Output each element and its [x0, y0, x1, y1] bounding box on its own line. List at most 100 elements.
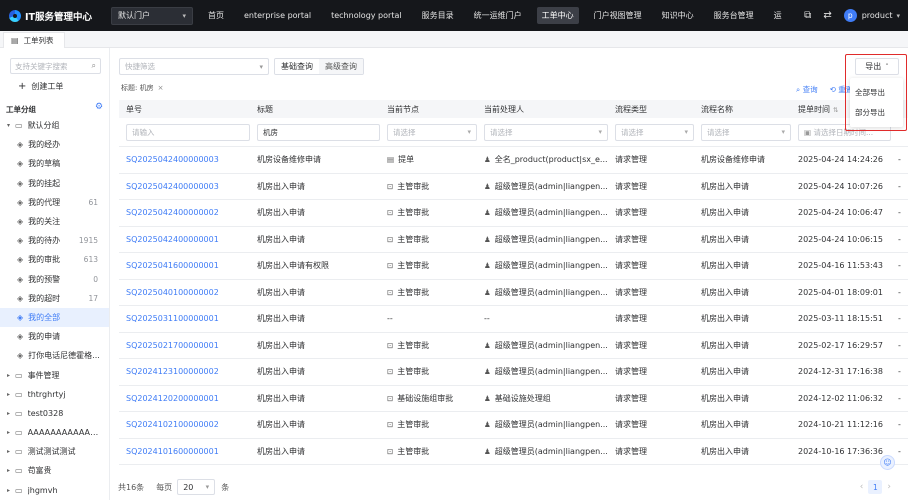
assistant-bot-icon[interactable]: ☺ [880, 455, 895, 470]
caret-right-icon[interactable]: ▸ [7, 467, 15, 474]
caret-down-icon[interactable]: ▾ [7, 122, 15, 129]
node-filter-select[interactable]: 请选择 ▾ [387, 123, 477, 141]
ticket-number-link[interactable]: SQ2025042400000001 [119, 235, 250, 244]
caret-right-icon[interactable]: ▸ [7, 410, 15, 417]
nav-item[interactable]: 首页 [203, 7, 229, 24]
tab-ticket-list[interactable]: ▤ 工单列表 [3, 32, 65, 48]
sidebar-item[interactable]: ◈ 我的审批 613 [0, 250, 109, 269]
table-row[interactable]: SQ2024123100000002 机房出入申请 ⊡ 主管审批 ♟ 超级管理员(admi… [119, 359, 908, 386]
nav-item[interactable]: 知识中心 [657, 7, 699, 24]
layers-icon: ◈ [17, 312, 24, 322]
tab-basic-query[interactable]: 基础查询 [275, 59, 319, 74]
caret-right-icon[interactable]: ▸ [7, 429, 15, 436]
sidebar-item[interactable]: ◈ 我的申请 [0, 327, 109, 346]
table-row[interactable]: SQ2025042400000003 机房出入申请 ⊡ 主管审批 ♟ 超级管理员(admi… [119, 174, 908, 200]
handler-filter-select[interactable]: 请选择 ▾ [484, 123, 608, 141]
table-row[interactable]: SQ2024102100000002 机房出入申请 ⊡ 主管审批 ♟ 超级管理员(admi… [119, 412, 908, 439]
nav-item[interactable]: 服务目录 [417, 7, 459, 24]
caret-right-icon[interactable]: ▸ [7, 372, 15, 379]
process-type: 请求管理 [615, 208, 647, 218]
nav-item[interactable]: 运 [769, 7, 787, 24]
table-row[interactable]: SQ2025042400000001 机房出入申请 ⊡ 主管审批 ♟ 超级管理员(admi… [119, 227, 908, 253]
table-row[interactable]: SQ2024120200000001 机房出入申请 ⊡ 基础设施组审批 ♟ 基础设施处理组… [119, 386, 908, 412]
nav-item[interactable]: 工单中心 [536, 7, 579, 24]
caret-right-icon[interactable]: ▸ [7, 448, 15, 455]
sidebar-item[interactable]: ◈ 我的关注 [0, 212, 109, 231]
ticket-number-link[interactable]: SQ2024102100000002 [119, 420, 250, 429]
table-row[interactable]: SQ2025042400000002 机房出入申请 ⊡ 主管审批 ♟ 超级管理员(admi… [119, 200, 908, 227]
caret-right-icon[interactable]: ▸ [7, 487, 15, 494]
avatar[interactable]: p [843, 9, 857, 22]
prev-page-icon[interactable]: ‹ [860, 482, 864, 492]
sidebar-item[interactable]: ◈ 我的预警 0 [0, 270, 109, 289]
sidebar-item[interactable]: ◈ 我的全部 [0, 307, 109, 328]
translate-icon[interactable]: ⇄ [823, 10, 831, 21]
create-ticket-button[interactable]: + 创建工单 [18, 81, 63, 92]
app-logo[interactable]: IT服务管理中心 [9, 9, 101, 23]
flow-filter-select[interactable]: 请选择 ▾ [701, 123, 791, 141]
sidebar-group[interactable]: ▾ ▭ 默认分组 [0, 116, 109, 135]
sidebar-item[interactable]: ◈ 我的代理 61 [0, 193, 109, 212]
close-icon[interactable]: × [158, 84, 164, 92]
portal-select[interactable]: 默认门户 ▾ [111, 6, 193, 25]
page-number[interactable]: 1 [868, 480, 883, 494]
table-row[interactable]: SQ2025031100000001 机房出入申请 -- -- 请求管理 机房出入申请 20… [119, 306, 908, 333]
ticket-number-link[interactable]: SQ2025041600000001 [119, 261, 250, 270]
nav-item[interactable]: 门户视图管理 [589, 7, 647, 24]
sidebar-item[interactable]: ◈ 我的待办 1915 [0, 231, 109, 250]
user-name[interactable]: product [862, 11, 893, 20]
table-row[interactable]: SQ2025021700000001 机房出入申请 ⊡ 主管审批 ♟ 超级管理员(admi… [119, 333, 908, 359]
sidebar-group[interactable]: ▸ ▭ jhgmvh [0, 481, 109, 500]
row-more: - [898, 446, 901, 456]
count-badge: 1915 [78, 236, 98, 246]
current-node: -- [387, 314, 393, 324]
caret-right-icon[interactable]: ▸ [7, 391, 15, 398]
sidebar-group[interactable]: ▸ ▭ thtrghrtyj [0, 385, 109, 404]
sidebar-item[interactable]: ◈ 我的经办 [0, 135, 109, 154]
sidebar-group[interactable]: ▸ ▭ AAAAAAAAAAAAA... [0, 423, 109, 442]
external-link-icon[interactable]: ⧉ [804, 10, 811, 21]
tab-advanced-query[interactable]: 高级查询 [319, 59, 363, 74]
sidebar-item[interactable]: ◈ 我的挂起 [0, 174, 109, 193]
sidebar-search-input[interactable]: 支持关键字搜索 ⌕ [10, 58, 101, 74]
sidebar-group[interactable]: ▸ ▭ test0328 [0, 404, 109, 423]
table-row[interactable]: SQ2025041600000001 机房出入申请有权限 ⊡ 主管审批 ♟ 超级管理员(a… [119, 253, 908, 280]
chevron-down-icon[interactable]: ▾ [896, 12, 900, 20]
table-body: SQ2025042400000003 机房设备维修申请 ▤ 提单 ♟ 全名_product… [119, 147, 908, 465]
search-icon[interactable]: ⌕ [92, 61, 96, 71]
process-name: 机房出入申请 [701, 446, 749, 456]
ticket-number-link[interactable]: SQ2025042400000003 [119, 182, 250, 191]
table-row[interactable]: SQ2024101600000001 机房出入申请 ⊡ 主管审批 ♟ 超级管理员(admi… [119, 439, 908, 465]
page-size-select[interactable]: 20 ▾ [177, 479, 216, 495]
query-link[interactable]: ⌕ 查询 [796, 84, 824, 95]
table-row[interactable]: SQ2025040100000002 机房出入申请 ⊡ 主管审批 ♟ 超级管理员(admi… [119, 280, 908, 306]
ticket-number-link[interactable]: SQ2024101600000001 [119, 447, 250, 456]
per-page-unit: 条 [221, 482, 230, 492]
nav-item[interactable]: 统一运维门户 [469, 7, 527, 24]
ticket-number-link[interactable]: SQ2024123100000002 [119, 367, 250, 376]
ticket-number-link[interactable]: SQ2025031100000001 [119, 314, 250, 323]
ticket-number-link[interactable]: SQ2025040100000002 [119, 288, 250, 297]
sidebar-group[interactable]: ▸ ▭ 苟富贵 [0, 461, 109, 480]
next-page-icon[interactable]: › [887, 482, 891, 492]
title-filter-input[interactable]: 机房 [257, 123, 380, 141]
sort-icon[interactable]: ⇅ [833, 106, 838, 114]
nav-item[interactable]: technology portal [326, 8, 407, 23]
ticket-number-link[interactable]: SQ2025042400000002 [119, 208, 250, 217]
nav-item[interactable]: 服务台管理 [709, 7, 759, 24]
sidebar-item[interactable]: ◈ 我的草稿 [0, 154, 109, 173]
sidebar-group[interactable]: ▸ ▭ 测试测试测试 [0, 442, 109, 461]
sidebar-item[interactable]: ◈ 我的超时 17 [0, 289, 109, 308]
number-filter-input[interactable]: 请输入 [126, 123, 250, 141]
settings-icon[interactable]: ⚙ [95, 102, 103, 112]
sidebar-item[interactable]: ◈ 打你电话尼德霍格... [0, 346, 109, 365]
quick-filter-select[interactable]: 快捷筛选 ▾ [119, 58, 269, 75]
nav-item[interactable]: enterprise portal [239, 8, 316, 23]
type-filter-select[interactable]: 请选择 ▾ [615, 123, 694, 141]
sidebar-group[interactable]: ▸ ▭ 事件管理 [0, 365, 109, 384]
ticket-number-link[interactable]: SQ2025042400000003 [119, 155, 250, 164]
table-row[interactable]: SQ2025042400000003 机房设备维修申请 ▤ 提单 ♟ 全名_product… [119, 147, 908, 174]
ticket-number-link[interactable]: SQ2024120200000001 [119, 394, 250, 403]
ticket-number-link[interactable]: SQ2025021700000001 [119, 341, 250, 350]
process-type: 请求管理 [615, 261, 647, 271]
